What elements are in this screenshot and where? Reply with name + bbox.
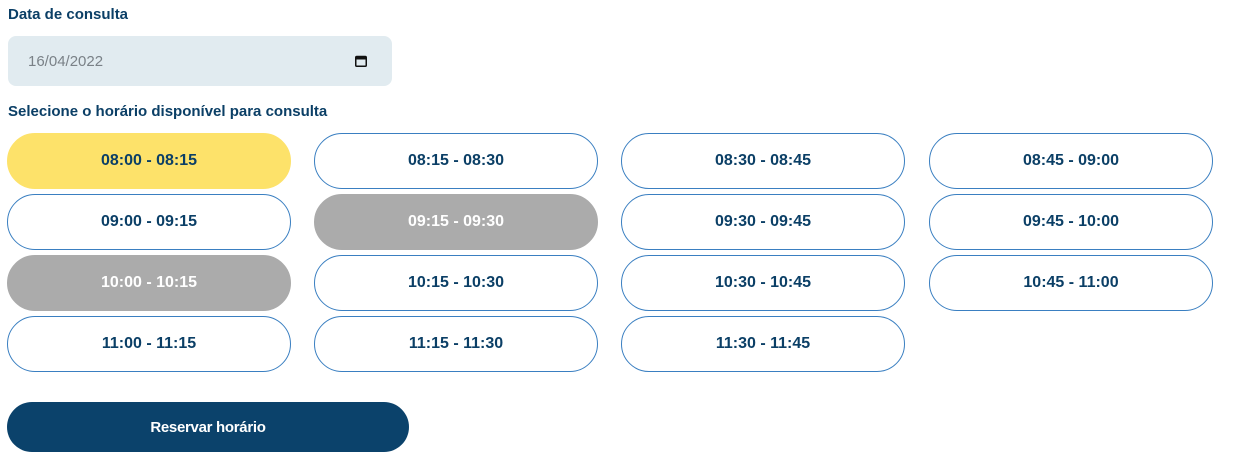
date-label: Data de consulta <box>8 6 129 23</box>
time-slot-selected[interactable]: 08:00 - 08:15 <box>7 133 291 189</box>
time-slot[interactable]: 11:00 - 11:15 <box>7 316 291 372</box>
time-slot[interactable]: 09:30 - 09:45 <box>621 194 905 250</box>
time-slot[interactable]: 10:30 - 10:45 <box>621 255 905 311</box>
date-value: 16/04/2022 <box>28 52 104 70</box>
time-slot[interactable]: 09:00 - 09:15 <box>7 194 291 250</box>
date-input[interactable]: 16/04/2022 <box>8 36 392 86</box>
reserve-button[interactable]: Reservar horário <box>7 402 409 452</box>
calendar-icon[interactable] <box>355 55 367 67</box>
time-slots-label: Selecione o horário disponível para cons… <box>8 103 328 120</box>
time-slot-unavailable: 10:00 - 10:15 <box>7 255 291 311</box>
time-slot[interactable]: 11:30 - 11:45 <box>621 316 905 372</box>
time-slot[interactable]: 08:15 - 08:30 <box>314 133 598 189</box>
time-slot[interactable]: 10:15 - 10:30 <box>314 255 598 311</box>
time-slot[interactable]: 09:45 - 10:00 <box>929 194 1213 250</box>
time-slot[interactable]: 08:45 - 09:00 <box>929 133 1213 189</box>
time-slot[interactable]: 10:45 - 11:00 <box>929 255 1213 311</box>
time-slot[interactable]: 11:15 - 11:30 <box>314 316 598 372</box>
time-slot-unavailable: 09:15 - 09:30 <box>314 194 598 250</box>
time-slot[interactable]: 08:30 - 08:45 <box>621 133 905 189</box>
